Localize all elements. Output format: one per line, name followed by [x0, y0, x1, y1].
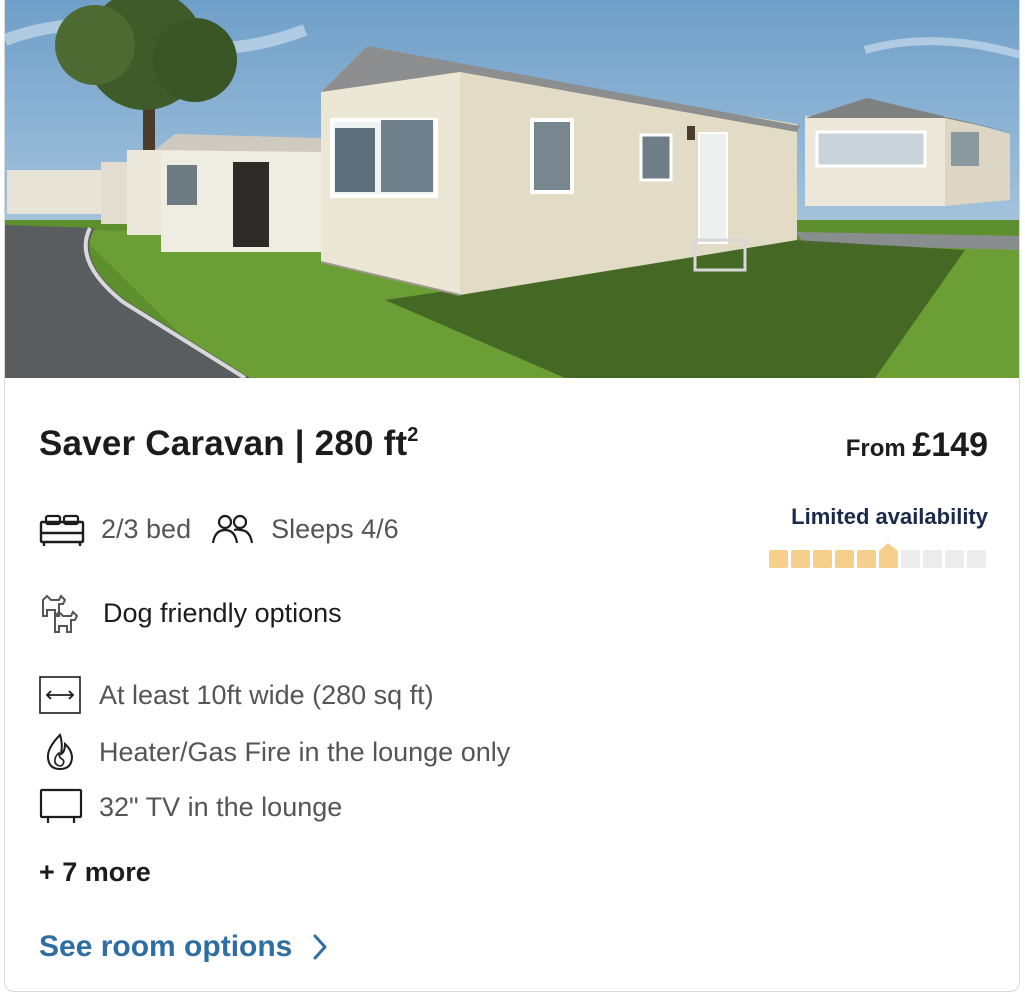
- price-prefix: From: [845, 435, 906, 462]
- availability-cell-empty: [923, 550, 942, 568]
- width-row: At least 10ft wide (280 sq ft): [39, 676, 434, 714]
- listing-title-text: Saver Caravan | 280 ft: [39, 424, 408, 463]
- price-amount: £149: [912, 426, 988, 464]
- heater-text: Heater/Gas Fire in the lounge only: [99, 736, 511, 767]
- tv-row: 32" TV in the lounge: [39, 788, 342, 826]
- tv-icon: [39, 788, 83, 823]
- title-superscript: 2: [407, 424, 419, 446]
- bed-count: 2/3 bed: [101, 513, 192, 544]
- availability-cell-filled: [791, 550, 810, 568]
- price: From £149: [846, 426, 988, 465]
- availability-cell-empty: [901, 550, 920, 568]
- flame-icon: [46, 733, 74, 771]
- availability-meter: [769, 543, 986, 568]
- heater-row: Heater/Gas Fire in the lounge only: [39, 732, 510, 772]
- tv-text: 32" TV in the lounge: [99, 791, 343, 822]
- availability-cell-empty: [967, 550, 986, 568]
- listing-title: Saver Caravan | 280 ft2: [39, 424, 419, 464]
- width-icon: [39, 676, 81, 714]
- see-room-options-link[interactable]: See room options: [39, 930, 328, 964]
- more-features-button[interactable]: + 7 more: [39, 857, 151, 888]
- availability-cell-filled: [813, 550, 832, 568]
- capacity-row: 2/3 bed Sleeps 4/6: [39, 512, 399, 546]
- listing-card[interactable]: Saver Caravan | 280 ft2 From £149 Limite…: [4, 0, 1020, 992]
- availability-cell-filled: [835, 550, 854, 568]
- sleeps-count: Sleeps 4/6: [271, 513, 399, 544]
- dog-icon: [42, 594, 79, 633]
- width-text: At least 10ft wide (280 sq ft): [99, 679, 434, 710]
- people-icon: [212, 514, 254, 544]
- see-room-options-label: See room options: [39, 930, 293, 963]
- availability-cell-filled: [769, 550, 788, 568]
- chevron-right-icon: [313, 934, 327, 960]
- availability-cell-filled: [857, 550, 876, 568]
- dog-friendly-text: Dog friendly options: [103, 597, 342, 628]
- availability-cell-empty: [945, 550, 964, 568]
- caravan-photo[interactable]: [5, 0, 1020, 378]
- availability-cell-filled: [879, 543, 898, 568]
- availability-label: Limited availability: [791, 504, 988, 529]
- bed-icon: [39, 514, 85, 546]
- dog-row: Dog friendly options: [39, 590, 342, 636]
